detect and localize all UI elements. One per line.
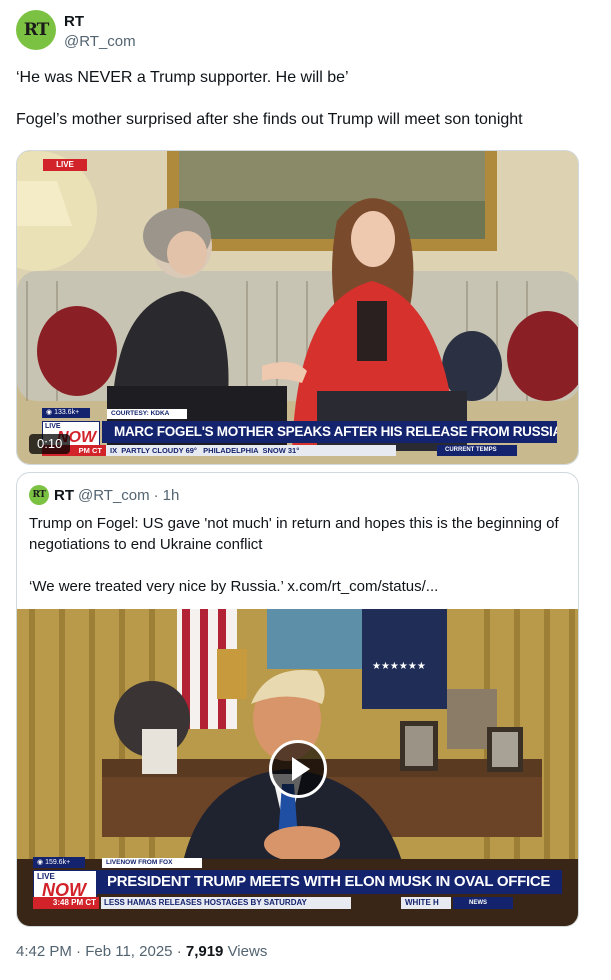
post-date[interactable]: Feb 11, 2025 bbox=[85, 943, 172, 960]
quote-avatar-text: RT bbox=[32, 490, 46, 500]
tweet-text: ‘He was NEVER a Trump supporter. He will… bbox=[16, 69, 523, 128]
quote-separator: · bbox=[153, 486, 159, 504]
quote-author-handle: @RT_com bbox=[78, 486, 150, 504]
tweet-header: RT RT @RT_com bbox=[16, 10, 136, 52]
ticker-text: IX PARTLY CLOUDY 69° PHILADELPHIA SNOW 3… bbox=[106, 445, 396, 456]
views-count-total: 7,919 bbox=[185, 943, 224, 960]
views-count-2: 159.6k+ bbox=[45, 859, 71, 866]
video-player-2[interactable]: ★★★★★★ ◉ 159.6k+ LIVENOW FROM FOX LIVE N… bbox=[17, 609, 578, 926]
separator: · bbox=[76, 943, 82, 960]
avatar-text: RT bbox=[23, 20, 50, 40]
time-label-2: 3:48 PM CT bbox=[33, 897, 99, 909]
author-display-name[interactable]: RT bbox=[64, 12, 136, 32]
views-label: Views bbox=[227, 943, 268, 960]
views-counter: ◉ 133.6k+ bbox=[42, 408, 90, 418]
author-names: RT @RT_com bbox=[64, 10, 136, 52]
avatar[interactable]: RT bbox=[16, 10, 56, 50]
headline-bar: MARC FOGEL'S MOTHER SPEAKS AFTER HIS REL… bbox=[102, 421, 557, 443]
views-count: 133.6k+ bbox=[54, 409, 80, 416]
video-player-1[interactable]: LIVE ◉ 133.6k+ COURTESY: KDKA LIVE NOW M… bbox=[16, 150, 579, 465]
quote-avatar: RT bbox=[29, 485, 49, 505]
courtesy-label: COURTESY: KDKA bbox=[107, 409, 187, 419]
quote-author-name: RT bbox=[54, 486, 74, 504]
quote-text: Trump on Fogel: US gave 'not much' in re… bbox=[29, 515, 559, 595]
ticker-text-2: LESS HAMAS RELEASES HOSTAGES BY SATURDAY bbox=[101, 897, 351, 909]
post-time[interactable]: 4:42 PM bbox=[16, 943, 72, 960]
quote-header: RT RT @RT_com · 1h bbox=[29, 485, 179, 505]
separator: · bbox=[176, 943, 182, 960]
ticker-right-2: NEWS bbox=[453, 897, 513, 909]
views-counter-2: ◉ 159.6k+ bbox=[33, 857, 85, 868]
ticker-right: CURRENT TEMPS bbox=[437, 445, 517, 456]
source-label: LIVENOW FROM FOX bbox=[102, 858, 202, 868]
eye-icon: ◉ bbox=[46, 409, 55, 416]
video-duration: 0:10 bbox=[29, 434, 71, 454]
tweet-meta: 4:42 PM · Feb 11, 2025 · 7,919 Views bbox=[16, 943, 267, 960]
ticker-mid-2: WHITE H bbox=[401, 897, 451, 909]
svg-text:★★★★★★: ★★★★★★ bbox=[372, 661, 426, 672]
play-icon bbox=[292, 757, 310, 781]
author-handle[interactable]: @RT_com bbox=[64, 32, 136, 52]
quoted-tweet[interactable]: RT RT @RT_com · 1h Trump on Fogel: US ga… bbox=[16, 472, 579, 927]
play-button[interactable] bbox=[269, 740, 327, 798]
video-frame-1 bbox=[17, 151, 578, 464]
eye-icon: ◉ bbox=[37, 859, 46, 866]
headline-bar-2: PRESIDENT TRUMP MEETS WITH ELON MUSK IN … bbox=[97, 870, 562, 894]
live-badge: LIVE bbox=[43, 159, 87, 171]
quote-timestamp: 1h bbox=[162, 486, 180, 504]
